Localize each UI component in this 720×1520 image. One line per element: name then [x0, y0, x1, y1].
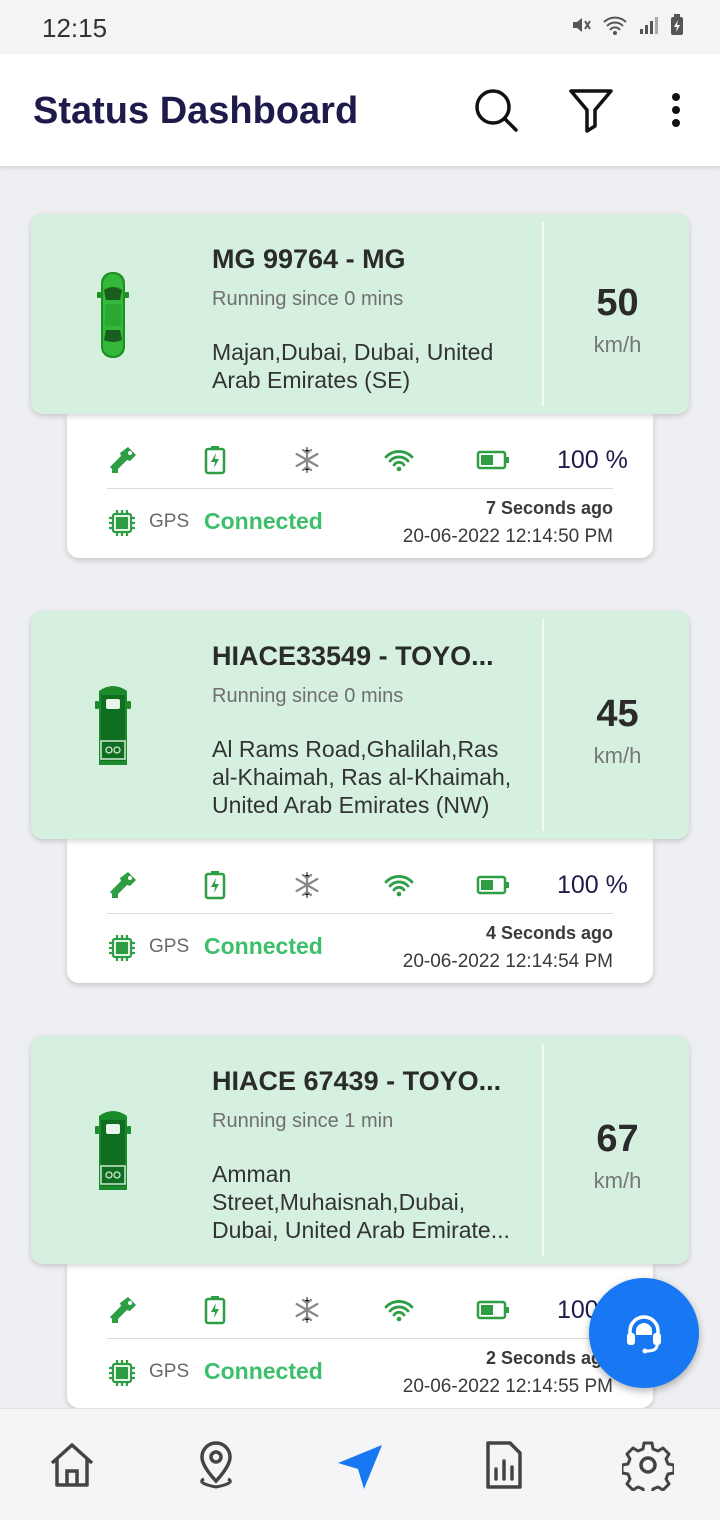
- signal-icon: [640, 17, 658, 34]
- running-status: Running since 1 min: [212, 1110, 394, 1132]
- status-icons-row: 100 %: [107, 444, 628, 476]
- battery-charging-icon: [199, 869, 231, 901]
- vehicle-address: Amman Street,Muhaisnah,Dubai, Dubai, Uni…: [212, 1161, 510, 1243]
- filter-icon: [569, 89, 613, 133]
- gps-status: Connected: [204, 933, 323, 959]
- speed-value: 50: [596, 282, 639, 324]
- car-icon: [97, 272, 129, 358]
- speed-value: 67: [596, 1118, 639, 1160]
- battery-percentage: 100 %: [557, 871, 628, 899]
- vehicle-name: MG 99764 - MG: [212, 244, 406, 274]
- running-status: Running since 0 mins: [212, 685, 404, 707]
- settings-icon: [622, 1441, 674, 1491]
- battery-percentage: 100 %: [557, 446, 628, 474]
- divider: [107, 1338, 613, 1339]
- more-options-button[interactable]: [652, 86, 700, 134]
- ac-snowflake-icon: [291, 869, 323, 901]
- support-button[interactable]: [589, 1278, 699, 1388]
- last-update-relative: 7 Seconds ago: [485, 498, 613, 518]
- support-headset-icon: [627, 1315, 661, 1354]
- vehicle-status-panel: 100 % GPS Connected 2 Seconds ago 20-06-…: [67, 1264, 653, 1408]
- last-update-timestamp: 20-06-2022 12:14:50 PM: [402, 526, 613, 547]
- status-time: 12:15: [42, 13, 108, 43]
- van-icon: [95, 1111, 131, 1190]
- report-icon: [486, 1441, 522, 1489]
- ac-snowflake-icon: [291, 444, 323, 476]
- divider: [107, 913, 613, 914]
- vehicle-name: HIACE33549 - TOYO...: [212, 641, 494, 671]
- speed-value: 45: [596, 693, 639, 735]
- vehicle-card-header[interactable]: HIACE 67439 - TOYO... Running since 1 mi…: [31, 1036, 689, 1264]
- battery-charging-icon: [199, 444, 231, 476]
- battery-level-icon: [475, 869, 511, 901]
- status-bar: 12:15: [0, 0, 720, 54]
- gps-status: Connected: [204, 1358, 323, 1384]
- status-icons: [570, 14, 684, 36]
- vehicle-address: Majan,Dubai, Dubai, United Arab Emirates…: [212, 339, 494, 393]
- vehicle-status-panel: 100 % GPS Connected 4 Seconds ago 20-06-…: [67, 839, 653, 983]
- status-icons-row: 100 %: [107, 869, 628, 901]
- filter-button[interactable]: [567, 86, 615, 134]
- ignition-key-icon: [107, 444, 139, 476]
- navigation-arrow-icon: [338, 1445, 382, 1489]
- wifi-signal-icon: [383, 444, 415, 476]
- ac-snowflake-icon: [291, 1294, 323, 1326]
- vehicle-status-panel: 100 % GPS Connected 7 Seconds ago 20-06-…: [67, 414, 653, 558]
- speed-divider: [542, 619, 544, 831]
- mute-icon: [573, 18, 591, 32]
- battery-status-icon: [671, 14, 683, 35]
- last-update-timestamp: 20-06-2022 12:14:55 PM: [402, 1376, 613, 1397]
- nav-home[interactable]: [42, 1437, 102, 1493]
- speed-divider: [542, 222, 544, 406]
- location-pin-icon: [200, 1441, 232, 1489]
- status-icons-row: 100 %: [107, 1294, 628, 1326]
- gps-chip-icon: [109, 1360, 135, 1386]
- app-bar: Status Dashboard: [0, 54, 720, 166]
- speed-unit: km/h: [593, 743, 642, 768]
- vehicle-card-header[interactable]: MG 99764 - MG Running since 0 mins Majan…: [31, 214, 689, 414]
- last-update-timestamp: 20-06-2022 12:14:54 PM: [402, 951, 613, 972]
- nav-location[interactable]: [186, 1437, 246, 1493]
- gps-label: GPS: [149, 936, 190, 957]
- nav-settings[interactable]: [618, 1437, 678, 1493]
- gps-chip-icon: [109, 935, 135, 961]
- vehicle-name: HIACE 67439 - TOYO...: [212, 1066, 502, 1096]
- battery-charging-icon: [199, 1294, 231, 1326]
- wifi-signal-icon: [383, 1294, 415, 1326]
- vehicle-card-header[interactable]: HIACE33549 - TOYO... Running since 0 min…: [31, 611, 689, 839]
- last-update-relative: 4 Seconds ago: [485, 923, 613, 943]
- gps-chip-icon: [109, 510, 135, 536]
- ignition-key-icon: [107, 1294, 139, 1326]
- bottom-navigation: [0, 1408, 720, 1520]
- nav-live-tracking[interactable]: [330, 1437, 390, 1493]
- search-button[interactable]: [472, 86, 520, 134]
- battery-level-icon: [475, 1294, 511, 1326]
- speed-divider: [542, 1044, 544, 1256]
- wifi-status-icon: [603, 16, 627, 35]
- gps-status: Connected: [204, 508, 323, 534]
- gps-label: GPS: [149, 1361, 190, 1382]
- page-title: Status Dashboard: [33, 90, 359, 132]
- search-icon: [475, 89, 518, 132]
- speed-unit: km/h: [593, 1168, 642, 1193]
- speed-unit: km/h: [593, 332, 642, 357]
- home-icon: [50, 1443, 94, 1487]
- running-status: Running since 0 mins: [212, 288, 404, 310]
- battery-level-icon: [475, 444, 511, 476]
- vehicle-address: Al Rams Road,Ghalilah,Ras al-Khaimah, Ra…: [212, 736, 512, 818]
- gps-label: GPS: [149, 511, 190, 532]
- ignition-key-icon: [107, 869, 139, 901]
- more-vertical-icon: [672, 93, 680, 127]
- divider: [107, 488, 613, 489]
- wifi-signal-icon: [383, 869, 415, 901]
- nav-reports[interactable]: [474, 1437, 534, 1493]
- van-icon: [95, 686, 131, 765]
